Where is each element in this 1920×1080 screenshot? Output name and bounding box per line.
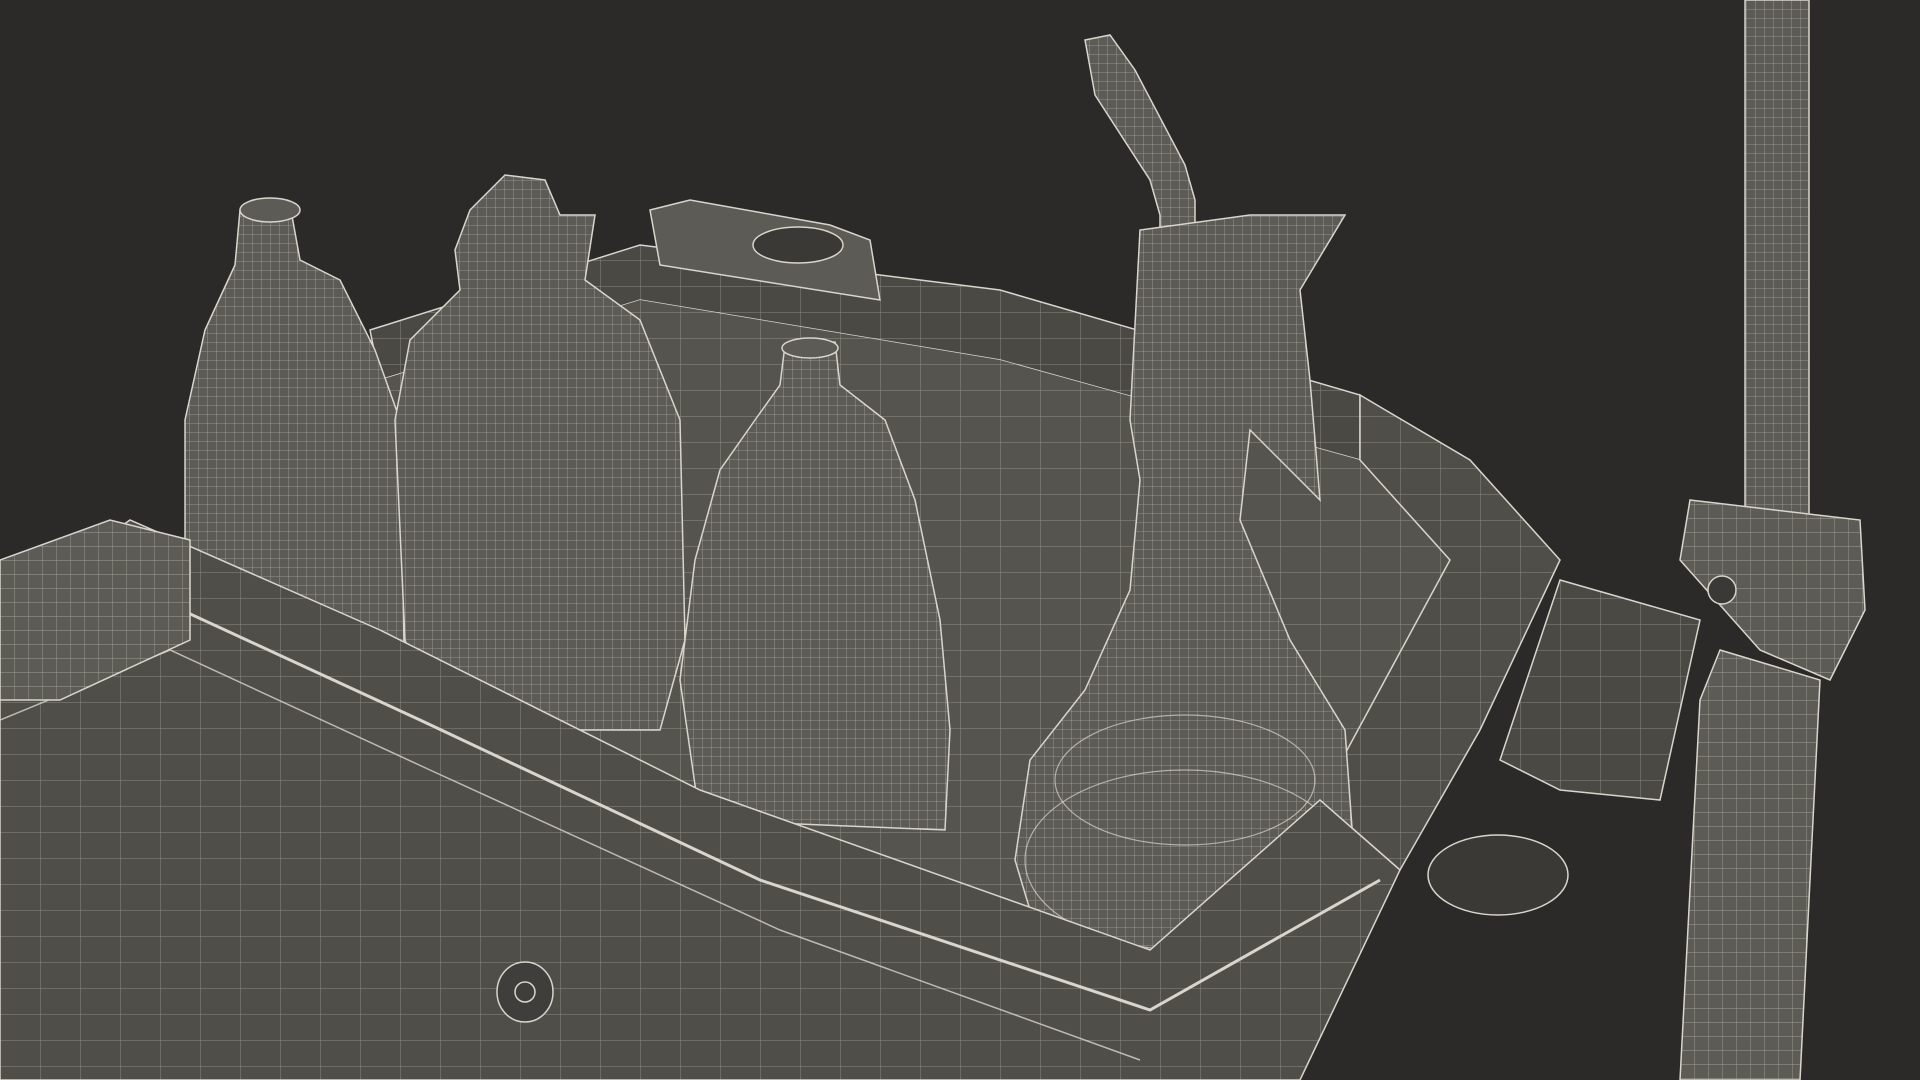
vertical-pole — [1744, 0, 1810, 561]
front-screw — [496, 961, 554, 1023]
wireframe-render — [0, 0, 1920, 1080]
